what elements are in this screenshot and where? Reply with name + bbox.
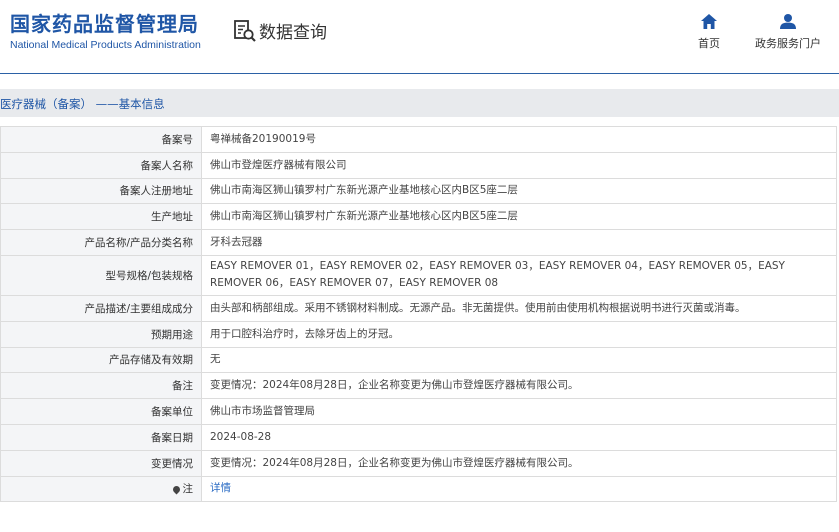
table-row: 产品名称/产品分类名称 牙科去冠器 xyxy=(0,229,837,256)
field-label: 备注 xyxy=(0,372,202,400)
document-search-icon xyxy=(234,19,256,42)
nav-service-portal-label: 政务服务门户 xyxy=(755,37,821,50)
field-label: 产品描述/主要组成成分 xyxy=(0,294,202,322)
table-row: 备案单位 佛山市市场监督管理局 xyxy=(0,398,837,425)
field-label: 备案人名称 xyxy=(0,151,202,179)
record-detail-table: 备案号 粤禅械备20190019号 备案人名称 佛山市登煌医疗器械有限公司 备案… xyxy=(0,126,837,503)
field-label: 备案日期 xyxy=(0,423,202,451)
breadcrumb: 医疗器械（备案） ——基本信息 xyxy=(0,97,165,111)
field-value: 2024-08-28 xyxy=(201,423,837,451)
field-label: 生产地址 xyxy=(0,203,202,231)
table-row: 型号规格/包装规格 EASY REMOVER 01，EASY REMOVER 0… xyxy=(0,254,837,296)
field-value: 用于口腔科治疗时，去除牙齿上的牙冠。 xyxy=(201,320,837,348)
note-label-cell: 注 xyxy=(0,475,202,503)
data-query-label: 数据查询 xyxy=(259,23,327,43)
field-value: 佛山市市场监督管理局 xyxy=(201,398,837,425)
table-row: 注 详情 xyxy=(0,475,837,503)
field-value: 佛山市登煌医疗器械有限公司 xyxy=(201,151,837,179)
table-row: 产品存储及有效期 无 xyxy=(0,346,837,374)
field-label: 备案单位 xyxy=(0,398,202,425)
field-value: 粤禅械备20190019号 xyxy=(201,126,837,153)
logo-chinese-text: 国家药品监督管理局 xyxy=(10,12,199,36)
field-value: 变更情况：2024年08月28日，企业名称变更为佛山市登煌医疗器械有限公司。 xyxy=(201,449,837,477)
note-value-cell: 详情 xyxy=(201,475,837,503)
location-pin-icon xyxy=(171,484,181,495)
field-label: 产品存储及有效期 xyxy=(0,346,202,374)
table-row: 备案号 粤禅械备20190019号 xyxy=(0,126,837,153)
field-label: 备案人注册地址 xyxy=(0,177,202,205)
field-value: 佛山市南海区狮山镇罗村广东新光源产业基地核心区内B区5座二层 xyxy=(201,203,837,231)
field-value: 佛山市南海区狮山镇罗村广东新光源产业基地核心区内B区5座二层 xyxy=(201,177,837,205)
table-row: 预期用途 用于口腔科治疗时，去除牙齿上的牙冠。 xyxy=(0,320,837,348)
table-row: 变更情况 变更情况：2024年08月28日，企业名称变更为佛山市登煌医疗器械有限… xyxy=(0,449,837,477)
field-value: EASY REMOVER 01，EASY REMOVER 02，EASY REM… xyxy=(201,254,837,296)
table-row: 产品描述/主要组成成分 由头部和柄部组成。采用不锈钢材料制成。无源产品。非无菌提… xyxy=(0,294,837,322)
field-value: 由头部和柄部组成。采用不锈钢材料制成。无源产品。非无菌提供。使用前由使用机构根据… xyxy=(201,294,837,322)
table-row: 备案人注册地址 佛山市南海区狮山镇罗村广东新光源产业基地核心区内B区5座二层 xyxy=(0,177,837,205)
table-row: 备案日期 2024-08-28 xyxy=(0,423,837,451)
field-label: 备案号 xyxy=(0,126,202,153)
field-label: 型号规格/包装规格 xyxy=(0,254,202,296)
breadcrumb-bar: 医疗器械（备案） ——基本信息 xyxy=(0,89,839,117)
field-value: 变更情况：2024年08月28日，企业名称变更为佛山市登煌医疗器械有限公司。 xyxy=(201,372,837,400)
nav-home[interactable]: 首页 xyxy=(698,14,720,51)
site-logo[interactable]: 国家药品监督管理局 National Medical Products Admi… xyxy=(10,12,201,51)
home-icon xyxy=(701,14,717,29)
field-label: 产品名称/产品分类名称 xyxy=(0,229,202,256)
nav-service-portal[interactable]: 政务服务门户 xyxy=(755,14,821,51)
table-row: 备注 变更情况：2024年08月28日，企业名称变更为佛山市登煌医疗器械有限公司… xyxy=(0,372,837,400)
field-label: 变更情况 xyxy=(0,449,202,477)
logo-english-text: National Medical Products Administration xyxy=(10,39,201,51)
site-header: 国家药品监督管理局 National Medical Products Admi… xyxy=(0,0,839,74)
field-label: 注 xyxy=(182,483,194,496)
table-row: 备案人名称 佛山市登煌医疗器械有限公司 xyxy=(0,151,837,179)
table-row: 生产地址 佛山市南海区狮山镇罗村广东新光源产业基地核心区内B区5座二层 xyxy=(0,203,837,231)
field-label: 预期用途 xyxy=(0,320,202,348)
field-value: 牙科去冠器 xyxy=(201,229,837,256)
data-query-title: 数据查询 xyxy=(233,18,327,43)
details-link[interactable]: 详情 xyxy=(210,482,231,494)
user-icon xyxy=(780,14,796,29)
nav-home-label: 首页 xyxy=(698,37,720,50)
field-value: 无 xyxy=(201,346,837,374)
